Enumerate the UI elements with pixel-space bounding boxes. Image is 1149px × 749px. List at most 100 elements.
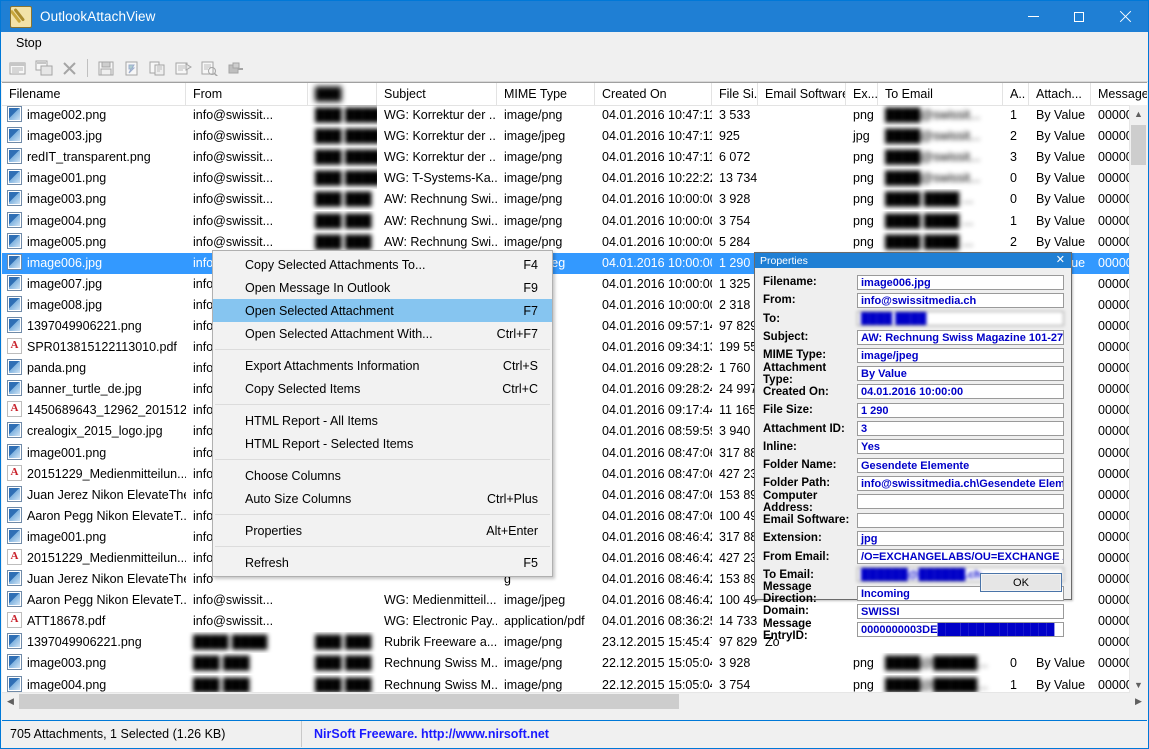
context-menu-item-open-message-in-outlook[interactable]: Open Message In Outlook F9	[213, 276, 552, 299]
property-value-attachment-type[interactable]: By Value	[857, 366, 1064, 382]
property-value-mime-type[interactable]: image/jpeg	[857, 347, 1064, 363]
cell-size: 427 234	[712, 464, 758, 485]
refresh-page-icon[interactable]	[119, 56, 144, 80]
column-header-blurred[interactable]: ███	[308, 83, 377, 105]
cell-created: 04.01.2016 08:47:06	[595, 464, 712, 485]
cell-aid: 3	[1003, 147, 1029, 168]
cell-software	[758, 105, 846, 126]
cell-mime: image/png	[497, 168, 595, 189]
created-label: 22.12.2015 15:05:04	[602, 656, 712, 671]
property-value-inline[interactable]: Yes	[857, 439, 1064, 455]
context-menu-item-refresh[interactable]: Refresh F5	[213, 551, 552, 574]
vertical-scroll-thumb[interactable]	[1131, 125, 1146, 165]
property-label: Folder Path:	[763, 477, 831, 490]
entryid-label: 0000000003D	[1098, 255, 1130, 270]
property-value-filename[interactable]: image006.jpg	[857, 274, 1064, 290]
property-value-from[interactable]: info@swissitmedia.ch	[857, 292, 1064, 308]
atype-label: By Value	[1036, 192, 1086, 207]
table-row[interactable]: image003.png ███ ███ ███ ███ Rechnung Swiss…	[2, 653, 1130, 674]
cell-sender: ███ ███	[308, 653, 377, 674]
property-row: Inline: Yes	[763, 438, 1064, 456]
context-menu-item-properties[interactable]: Properties Alt+Enter	[213, 519, 552, 542]
aid-label: 1	[1010, 213, 1017, 228]
properties-ok-button[interactable]: OK	[980, 573, 1062, 592]
property-value-computer-address[interactable]	[857, 494, 1064, 510]
property-value-file-size[interactable]: 1 290	[857, 402, 1064, 418]
property-value-from-email[interactable]: /O=EXCHANGELABS/OU=EXCHANGE ADMINISTRA	[857, 549, 1064, 565]
column-header-a[interactable]: A..	[1003, 83, 1029, 105]
scroll-right-arrow[interactable]: ▶	[1130, 693, 1147, 710]
column-header-message-ent[interactable]: Message Ent	[1091, 83, 1147, 105]
properties-close-icon[interactable]: ✕	[1056, 253, 1065, 268]
cell-aid: 0	[1003, 168, 1029, 189]
horizontal-scrollbar[interactable]: ◀	[2, 692, 1130, 710]
menu-item-stop[interactable]: Stop	[10, 34, 48, 52]
property-value-attachment-id[interactable]: 3	[857, 421, 1064, 437]
context-menu-item-copy-selected-attachments-to[interactable]: Copy Selected Attachments To... F4	[213, 253, 552, 276]
table-row[interactable]: image005.png info@swissit... ███ ███ AW: Re…	[2, 232, 1130, 253]
save-icon[interactable]	[93, 56, 118, 80]
property-value-domain[interactable]: SWISSI	[857, 603, 1064, 619]
scroll-down-arrow[interactable]: ▼	[1130, 676, 1147, 693]
filename-label: crealogix_2015_logo.jpg	[27, 424, 163, 439]
minimize-button[interactable]	[1010, 1, 1056, 32]
context-menu-item-choose-columns[interactable]: Choose Columns	[213, 464, 552, 487]
column-header-filename[interactable]: Filename	[2, 83, 186, 105]
table-row[interactable]: image004.png ███ ███ ███ ███ Rechnung Swiss…	[2, 675, 1130, 693]
table-row[interactable]: image002.png info@swissit... ███ ████ WG: K…	[2, 105, 1130, 126]
column-header-ex[interactable]: Ex...	[846, 83, 878, 105]
vertical-scrollbar[interactable]: ▲ ▼	[1129, 105, 1147, 693]
open-message-icon[interactable]	[5, 56, 30, 80]
property-value-extension[interactable]: jpg	[857, 530, 1064, 546]
context-menu-item-html-report-all-items[interactable]: HTML Report - All Items	[213, 409, 552, 432]
maximize-button[interactable]	[1056, 1, 1102, 32]
context-menu-item-html-report-selected-items[interactable]: HTML Report - Selected Items	[213, 432, 552, 455]
property-value-created-on[interactable]: 04.01.2016 10:00:00	[857, 384, 1064, 400]
cell-filename: 1397049906221.png	[2, 632, 186, 653]
cell-aid: 1	[1003, 675, 1029, 693]
context-menu-item-export-attachments-information[interactable]: Export Attachments Information Ctrl+S	[213, 354, 552, 377]
column-header-file-si[interactable]: File Si...	[712, 83, 758, 105]
from-label: info	[193, 551, 214, 566]
context-menu-item-open-selected-attachment[interactable]: Open Selected Attachment F7	[213, 299, 552, 322]
table-row[interactable]: redIT_transparent.png info@swissit... ███ …	[2, 147, 1130, 168]
mime-label: image/png	[504, 192, 563, 207]
properties-icon[interactable]	[171, 56, 196, 80]
copy-attachments-icon[interactable]	[31, 56, 56, 80]
property-value-folder-name[interactable]: Gesendete Elemente	[857, 457, 1064, 473]
column-header-to-email[interactable]: To Email	[878, 83, 1003, 105]
scroll-left-arrow[interactable]: ◀	[2, 693, 19, 710]
context-menu-item-copy-selected-items[interactable]: Copy Selected Items Ctrl+C	[213, 377, 552, 400]
context-menu-item-auto-size-columns[interactable]: Auto Size Columns Ctrl+Plus	[213, 487, 552, 510]
cell-filename: 20151229_Medienmitteilun...	[2, 548, 186, 569]
exit-icon[interactable]	[223, 56, 248, 80]
column-header-from[interactable]: From	[186, 83, 308, 105]
context-menu-item-open-selected-attachment-with[interactable]: Open Selected Attachment With... Ctrl+F7	[213, 322, 552, 345]
from-label: info	[193, 508, 214, 523]
close-button[interactable]	[1102, 1, 1148, 32]
column-header-email-software[interactable]: Email Software	[758, 83, 846, 105]
property-value-subject[interactable]: AW: Rechnung Swiss Magazine 101-2793-███…	[857, 329, 1064, 345]
property-value-to[interactable]: ████ ████	[857, 311, 1064, 327]
copy-icon[interactable]	[145, 56, 170, 80]
table-row[interactable]: image001.png info@swissit... ███ ████ WG: T…	[2, 168, 1130, 189]
cell-to: ████@█████...	[878, 675, 1003, 693]
table-row[interactable]: image004.png info@swissit... ███ ███ AW: Re…	[2, 210, 1130, 231]
property-value-message-entryid[interactable]: 0000000003DE███████████████	[857, 622, 1064, 638]
table-row[interactable]: image003.png info@swissit... ███ ███ AW: Re…	[2, 189, 1130, 210]
scroll-up-arrow[interactable]: ▲	[1130, 105, 1147, 122]
status-nirsoft-link[interactable]: NirSoft Freeware. http://www.nirsoft.net	[302, 721, 549, 747]
property-value-folder-path[interactable]: info@swissitmedia.ch\Gesendete Elemente	[857, 475, 1064, 491]
horizontal-scroll-thumb[interactable]	[19, 694, 679, 709]
table-row[interactable]: image003.jpg info@swissit... ███ ████ WG: K…	[2, 126, 1130, 147]
column-header-label: A..	[1010, 87, 1026, 101]
column-header-attach[interactable]: Attach...	[1029, 83, 1091, 105]
delete-icon[interactable]	[57, 56, 82, 80]
column-header-subject[interactable]: Subject	[377, 83, 497, 105]
column-header-mime-type[interactable]: MIME Type	[497, 83, 595, 105]
property-value-email-software[interactable]	[857, 512, 1064, 528]
context-menu-item-shortcut: Ctrl+F7	[496, 326, 538, 341]
column-header-created-on[interactable]: Created On	[595, 83, 712, 105]
html-report-icon[interactable]	[197, 56, 222, 80]
column-header-label: Created On	[602, 87, 667, 101]
